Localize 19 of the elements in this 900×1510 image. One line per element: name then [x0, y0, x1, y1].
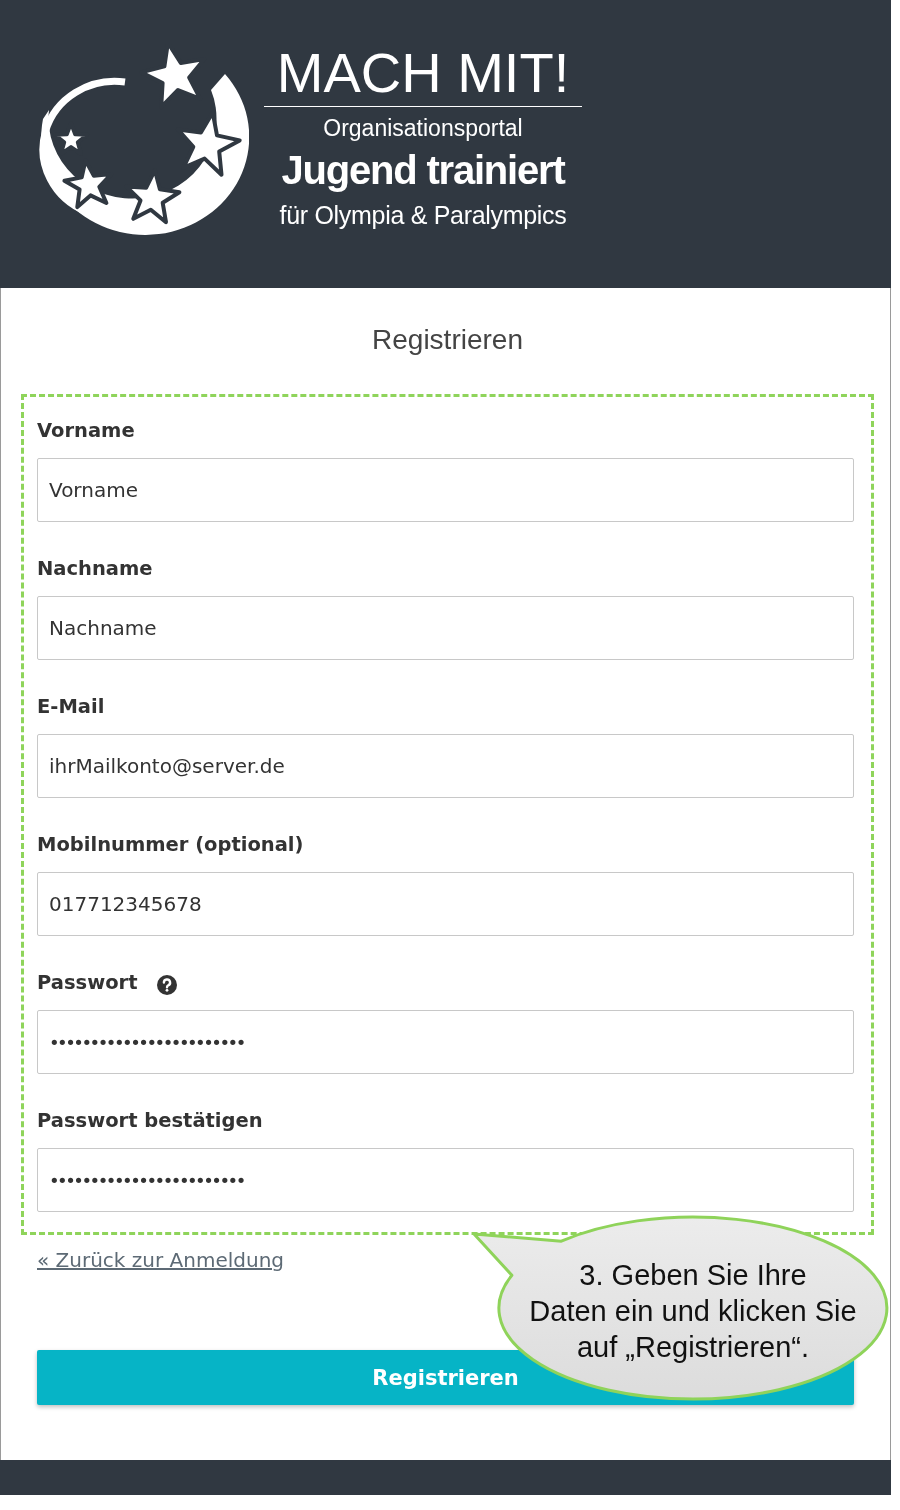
field-label: Passwort bestätigen	[37, 1108, 263, 1134]
brand-name: Jugend trainiert	[281, 147, 565, 193]
logo-subtitle: Organisationsportal	[323, 114, 523, 142]
input-field[interactable]: ••••••••••••••••••••••••	[37, 1010, 854, 1074]
back-link[interactable]: « Zurück zur Anmeldung	[37, 1247, 284, 1273]
brand-tagline: für Olympia & Paralympics	[279, 200, 567, 230]
field-label: Passwort	[37, 970, 138, 996]
input-field[interactable]: Nachname	[37, 596, 854, 660]
logo-title: MACH MIT!	[276, 43, 570, 103]
input-field[interactable]: 017712345678	[37, 872, 854, 936]
help-icon[interactable]	[156, 974, 177, 995]
input-field[interactable]: ihrMailkonto@server.de	[37, 734, 854, 798]
field-label: Mobilnummer (optional)	[37, 832, 304, 858]
field-label: Vorname	[37, 418, 135, 444]
form-title: Registrieren	[372, 323, 523, 357]
input-field[interactable]: Vorname	[37, 458, 854, 522]
input-field[interactable]: ••••••••••••••••••••••••	[37, 1148, 854, 1212]
field-label: Nachname	[37, 556, 153, 582]
field-label: E-Mail	[37, 694, 105, 720]
